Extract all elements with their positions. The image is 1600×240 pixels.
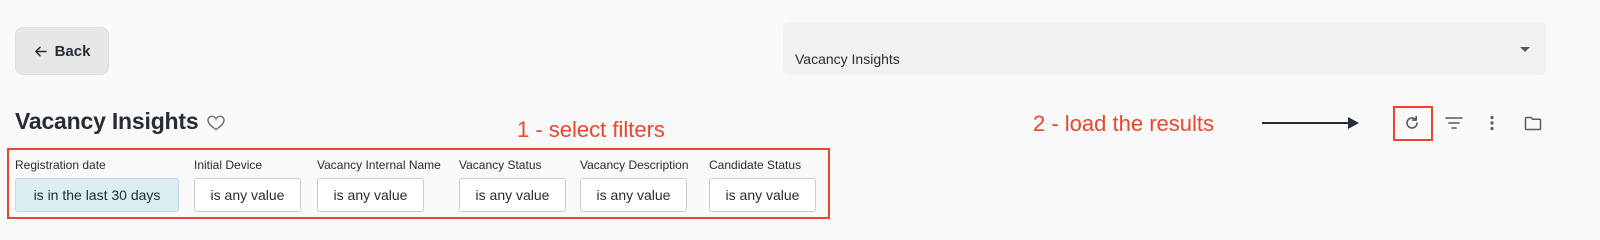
annotation-select-filters: 1 - select filters xyxy=(517,117,665,142)
filter-label: Vacancy Internal Name xyxy=(317,158,441,172)
filter-registration-date: Registration date is in the last 30 days xyxy=(15,158,179,212)
filter-vacancy-internal-name: Vacancy Internal Name is any value xyxy=(317,158,441,212)
filter-value-chip[interactable]: is in the last 30 days xyxy=(15,178,179,212)
annotation-arrow-icon xyxy=(1262,117,1359,129)
heart-icon[interactable] xyxy=(207,115,225,131)
filter-value-chip[interactable]: is any value xyxy=(709,178,816,212)
arrow-left-icon xyxy=(34,46,47,56)
more-options-button[interactable] xyxy=(1480,111,1504,135)
filter-label: Vacancy Status xyxy=(459,158,542,172)
refresh-icon xyxy=(1406,115,1418,129)
filter-candidate-status: Candidate Status is any value xyxy=(709,158,816,212)
filter-vacancy-description: Vacancy Description is any value xyxy=(580,158,689,212)
chevron-down-icon xyxy=(1520,47,1530,52)
back-button-label: Back xyxy=(54,42,91,60)
back-button[interactable]: Back xyxy=(15,27,109,75)
filter-label: Registration date xyxy=(15,158,106,172)
annotation-load-results: 2 - load the results xyxy=(1033,111,1214,136)
filter-label: Vacancy Description xyxy=(580,158,689,172)
filter-value-chip[interactable]: is any value xyxy=(459,178,566,212)
filter-label: Candidate Status xyxy=(709,158,802,172)
filter-icon xyxy=(1445,117,1463,129)
filter-vacancy-status: Vacancy Status is any value xyxy=(459,158,566,212)
filter-value-chip[interactable]: is any value xyxy=(580,178,687,212)
filter-value-chip[interactable]: is any value xyxy=(317,178,424,212)
folder-icon xyxy=(1524,116,1542,130)
dashboard-select[interactable]: Vacancy Insights xyxy=(783,22,1546,75)
dashboard-select-value: Vacancy Insights xyxy=(795,51,900,67)
filter-button[interactable] xyxy=(1442,111,1466,135)
page-title: Vacancy Insights xyxy=(15,108,199,134)
filter-value-chip[interactable]: is any value xyxy=(194,178,301,212)
refresh-button[interactable] xyxy=(1400,111,1424,135)
folder-button[interactable] xyxy=(1521,111,1545,135)
filter-initial-device: Initial Device is any value xyxy=(194,158,301,212)
more-vert-icon xyxy=(1490,115,1494,131)
filter-label: Initial Device xyxy=(194,158,263,172)
